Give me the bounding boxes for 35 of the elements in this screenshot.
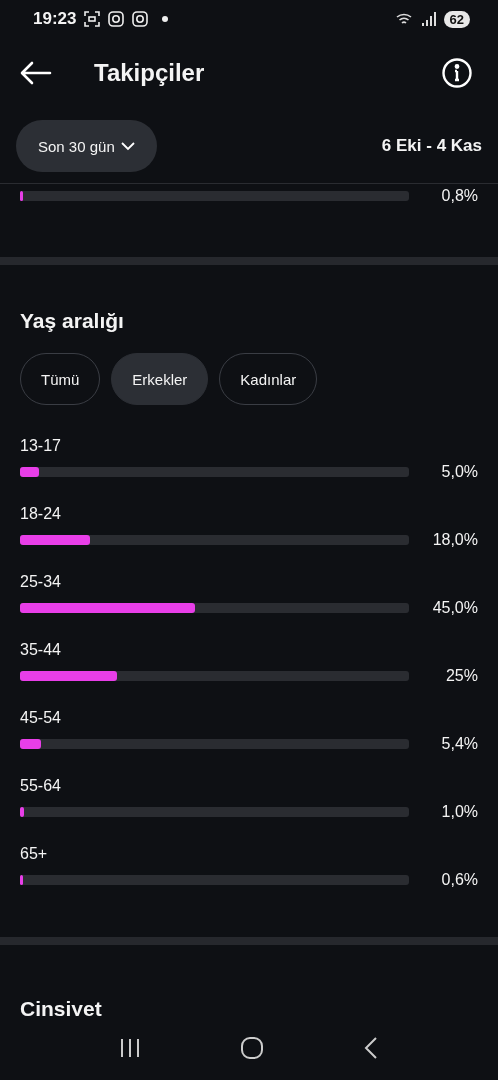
battery-level: 62 <box>443 10 470 28</box>
age-label: 25-34 <box>20 572 62 592</box>
filter-chip[interactable]: Erkekler <box>111 353 209 405</box>
back-icon[interactable] <box>362 1036 379 1060</box>
date-range: 6 Eki - 4 Kas <box>381 136 482 156</box>
home-icon[interactable] <box>240 1036 264 1060</box>
info-icon[interactable] <box>442 58 472 88</box>
camera-icon <box>108 11 125 27</box>
age-label: 55-64 <box>20 776 62 796</box>
back-arrow-icon[interactable] <box>20 61 52 85</box>
section-title: Cinsiyet <box>20 997 103 1021</box>
percentage: 5,4% <box>440 735 478 753</box>
percentage: 0,6% <box>440 871 478 889</box>
page-title: Takipçiler <box>94 59 206 87</box>
signal-icon <box>421 12 436 26</box>
recent-apps-icon[interactable] <box>119 1038 142 1058</box>
percentage: 25% <box>444 667 478 685</box>
age-label: 65+ <box>20 844 49 864</box>
chevron-down-icon <box>120 141 135 151</box>
age-label: 35-44 <box>20 640 62 660</box>
clock: 19:23 <box>33 9 77 29</box>
percentage: 5,0% <box>440 463 478 481</box>
percentage: 18,0% <box>431 531 478 549</box>
age-label: 13-17 <box>20 436 62 456</box>
screenshot-icon <box>84 11 101 27</box>
wifi-icon <box>395 12 414 26</box>
percentage: 1,0% <box>440 803 478 821</box>
camera-icon <box>132 11 149 27</box>
section-title: Yaş aralığı <box>20 309 125 333</box>
dot-icon <box>162 16 169 22</box>
age-label: 45-54 <box>20 708 62 728</box>
period-dropdown[interactable]: Son 30 gün <box>16 120 157 172</box>
percentage: 45,0% <box>431 599 478 617</box>
percentage: 0,8% <box>440 187 478 205</box>
age-label: 18-24 <box>20 504 62 524</box>
